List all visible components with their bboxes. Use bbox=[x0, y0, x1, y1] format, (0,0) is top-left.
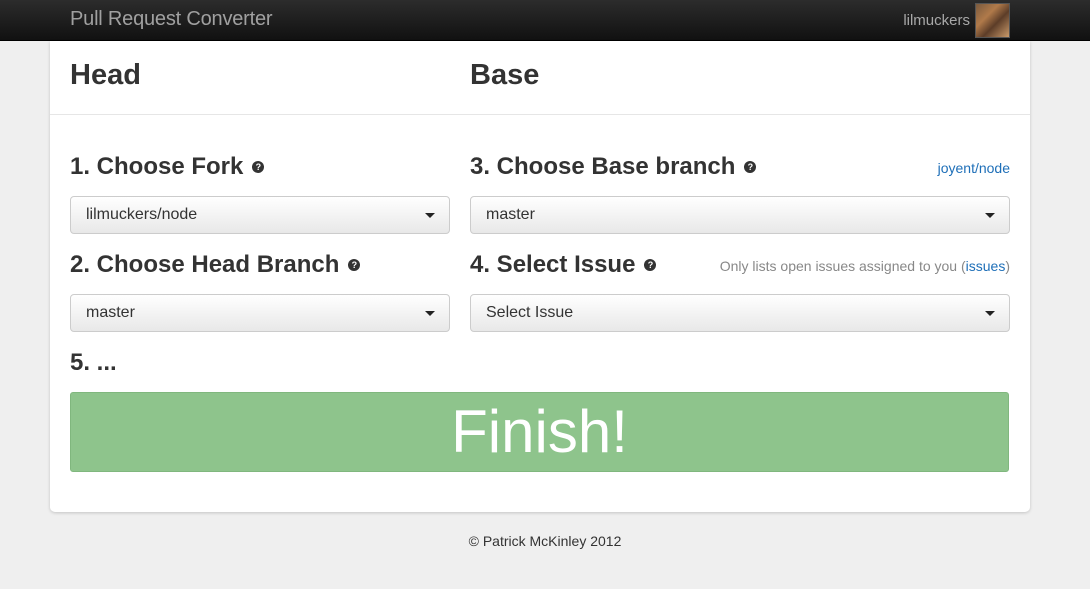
app-title[interactable]: Pull Request Converter bbox=[70, 8, 273, 31]
navbar: Pull Request Converter lilmuckers bbox=[0, 0, 1090, 41]
base-branch-select-value: master bbox=[486, 206, 535, 223]
footer-copyright: © Patrick McKinley 2012 bbox=[468, 533, 622, 549]
base-repo-link[interactable]: joyent/node bbox=[938, 160, 1010, 176]
step-choose-fork-heading: 1. Choose Fork ? bbox=[70, 153, 265, 181]
user-menu[interactable]: lilmuckers bbox=[903, 3, 1010, 38]
step-finish-label: 5. ... bbox=[70, 349, 117, 376]
step-choose-base-branch-heading: 3. Choose Base branch ? bbox=[470, 153, 757, 181]
fork-select[interactable]: lilmuckers/node bbox=[70, 196, 450, 234]
help-icon[interactable]: ? bbox=[644, 259, 657, 271]
step-select-issue-heading: 4. Select Issue ? bbox=[470, 251, 657, 279]
username[interactable]: lilmuckers bbox=[903, 12, 970, 29]
issues-link[interactable]: issues bbox=[966, 258, 1006, 274]
chevron-down-icon bbox=[425, 311, 435, 316]
step-choose-base-branch-label: 3. Choose Base branch bbox=[470, 153, 736, 180]
head-branch-select-value: master bbox=[86, 304, 135, 321]
head-branch-select[interactable]: master bbox=[70, 294, 450, 332]
main-panel: Head Base 1. Choose Fork ? lilmuckers/no… bbox=[50, 41, 1030, 512]
chevron-down-icon bbox=[985, 311, 995, 316]
head-column-title: Head bbox=[70, 59, 141, 91]
step-select-issue-label: 4. Select Issue bbox=[470, 251, 636, 278]
help-icon[interactable]: ? bbox=[348, 259, 361, 271]
divider bbox=[50, 114, 1030, 115]
step-finish-heading: 5. ... bbox=[70, 349, 117, 377]
help-icon[interactable]: ? bbox=[744, 161, 757, 173]
issue-note-prefix: Only lists open issues assigned to you ( bbox=[719, 258, 966, 274]
issue-select-value: Select Issue bbox=[486, 304, 574, 321]
step-choose-head-branch-heading: 2. Choose Head Branch ? bbox=[70, 251, 361, 279]
help-icon[interactable]: ? bbox=[252, 161, 265, 173]
avatar[interactable] bbox=[975, 3, 1010, 38]
step-choose-head-branch-label: 2. Choose Head Branch bbox=[70, 251, 340, 278]
step-choose-fork-label: 1. Choose Fork bbox=[70, 153, 244, 180]
base-column-title: Base bbox=[470, 59, 540, 91]
chevron-down-icon bbox=[425, 213, 435, 218]
base-branch-select[interactable]: master bbox=[470, 196, 1010, 234]
chevron-down-icon bbox=[985, 213, 995, 218]
fork-select-value: lilmuckers/node bbox=[86, 206, 198, 223]
finish-button[interactable]: Finish! bbox=[70, 392, 1009, 472]
issue-note-suffix: ) bbox=[1005, 258, 1010, 274]
issue-note: Only lists open issues assigned to you (… bbox=[720, 258, 1010, 274]
issue-select[interactable]: Select Issue bbox=[470, 294, 1010, 332]
